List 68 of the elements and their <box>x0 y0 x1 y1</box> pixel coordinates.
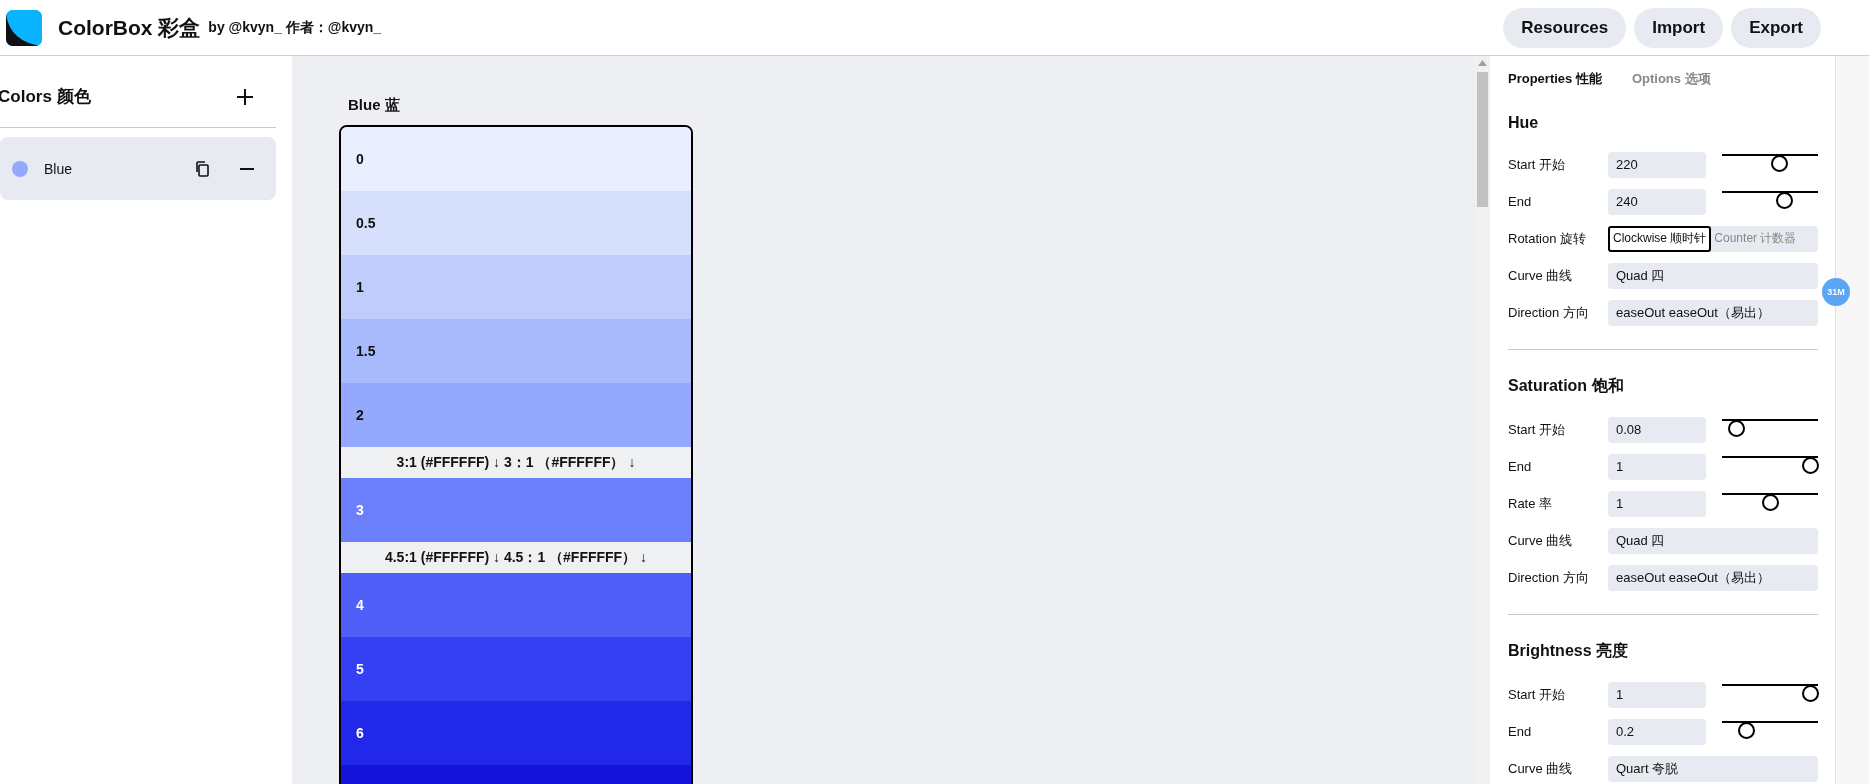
field-label: Rotation 旋转 <box>1508 229 1588 248</box>
color-swatch[interactable]: 6 <box>341 701 691 765</box>
slider-thumb[interactable] <box>1802 457 1819 474</box>
swatch-label: 5 <box>356 661 364 677</box>
swatch-label: 6 <box>356 725 364 741</box>
select-field[interactable]: Quad 四 <box>1608 262 1818 289</box>
select-field[interactable]: Quad 四 <box>1608 527 1818 554</box>
slider-thumb[interactable] <box>1802 685 1819 702</box>
section-title: Saturation 饱和 <box>1508 376 1625 396</box>
slider-thumb[interactable] <box>1728 420 1746 437</box>
add-icon[interactable] <box>236 87 254 106</box>
swatch-label: 2 <box>356 407 364 423</box>
app-title: ColorBox 彩盒 <box>58 14 201 41</box>
number-input[interactable]: 1 <box>1608 490 1706 517</box>
swatch-label: 3 <box>356 502 364 518</box>
scrollbar[interactable] <box>1475 56 1490 784</box>
swatch-label: 1 <box>356 279 364 295</box>
byline: by @kvyn_ 作者：@kvyn_ <box>208 18 382 37</box>
section-title: Brightness 亮度 <box>1508 641 1629 661</box>
segment-option[interactable]: Clockwise 顺时针 <box>1608 225 1712 252</box>
header-button[interactable]: Import <box>1634 7 1724 48</box>
field-label: Start 开始 <box>1508 155 1567 174</box>
field-label: Direction 方向 <box>1508 568 1590 587</box>
palette-title: Blue 蓝 <box>348 96 401 115</box>
color-swatch[interactable]: 5 <box>341 637 691 701</box>
scrollbar-thumb[interactable] <box>1477 72 1488 207</box>
field-label: End <box>1508 194 1533 209</box>
swatch-label: 0 <box>356 151 364 167</box>
select-field[interactable]: Quart 夸脱 <box>1608 755 1818 782</box>
slider-thumb[interactable] <box>1762 494 1779 511</box>
field-label: Start 开始 <box>1508 420 1567 439</box>
color-swatch[interactable]: 0.5 <box>341 191 691 255</box>
number-input[interactable]: 0.2 <box>1608 718 1706 745</box>
number-input[interactable]: 220 <box>1608 151 1706 178</box>
copy-icon[interactable] <box>194 159 212 178</box>
color-swatch[interactable]: 4 <box>341 573 691 637</box>
number-input[interactable]: 0.08 <box>1608 416 1706 443</box>
field-label: Direction 方向 <box>1508 303 1590 322</box>
field-label: Start 开始 <box>1508 685 1567 704</box>
color-swatch[interactable]: 1.5 <box>341 319 691 383</box>
field-label: Curve 曲线 <box>1508 531 1574 550</box>
color-swatch[interactable]: 1 <box>341 255 691 319</box>
header-button[interactable]: Export <box>1731 7 1821 48</box>
number-input[interactable]: 1 <box>1608 453 1706 480</box>
color-swatch[interactable]: 2 <box>341 383 691 447</box>
field-label: Rate 率 <box>1508 494 1554 513</box>
number-input[interactable]: 240 <box>1608 188 1706 215</box>
swatch-label: 0.5 <box>356 215 376 231</box>
slider-thumb[interactable] <box>1775 192 1793 209</box>
panel-tab[interactable]: Properties 性能 <box>1508 70 1602 88</box>
section-title: Hue <box>1508 114 1540 132</box>
header-button[interactable]: Resources <box>1503 7 1627 48</box>
slider-thumb[interactable] <box>1770 155 1788 172</box>
swatch-label: 4 <box>356 597 364 613</box>
select-field[interactable]: easeOut easeOut（易出） <box>1608 564 1818 591</box>
select-field[interactable]: easeOut easeOut（易出） <box>1608 299 1818 326</box>
panel-tab[interactable]: Options 选项 <box>1631 70 1711 88</box>
logo-icon <box>6 9 42 46</box>
slider-thumb[interactable] <box>1738 722 1755 739</box>
field-label: Curve 曲线 <box>1508 266 1574 285</box>
field-label: Curve 曲线 <box>1508 759 1574 778</box>
field-label: End <box>1508 459 1533 474</box>
color-list-item[interactable]: Blue <box>0 137 276 200</box>
number-input[interactable]: 1 <box>1608 681 1706 708</box>
color-name: Blue <box>44 160 73 177</box>
swatch-label: 1.5 <box>356 343 376 359</box>
field-label: End <box>1508 724 1533 739</box>
color-swatch[interactable]: 0 <box>341 127 691 191</box>
